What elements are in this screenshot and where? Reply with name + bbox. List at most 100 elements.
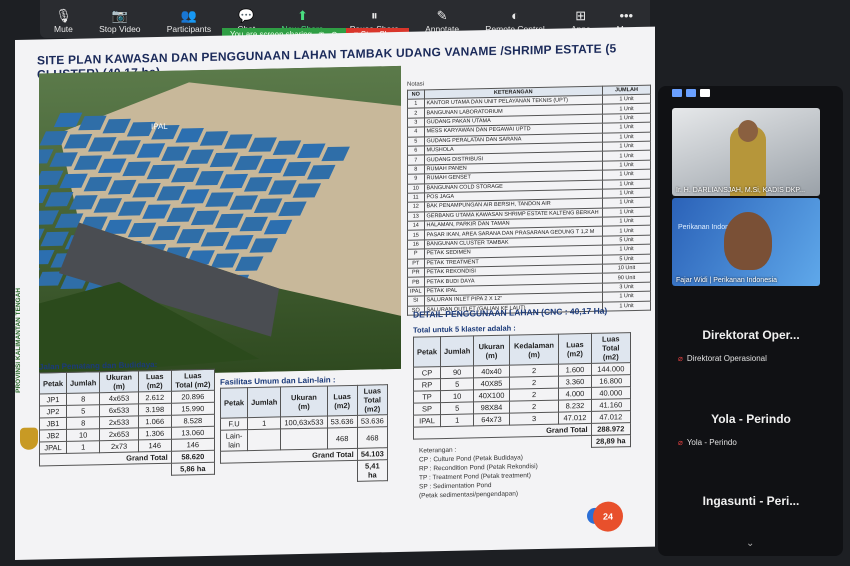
apps-icon: ⊞ bbox=[575, 9, 586, 22]
table-cell: 146 bbox=[171, 438, 214, 451]
tile-yola[interactable]: Yola - Perindo⌀Yola - Perindo bbox=[666, 404, 836, 484]
table-header: Luas (m2) bbox=[327, 385, 357, 416]
pause-icon: ⏸ bbox=[371, 9, 378, 22]
table-cell: IPAL bbox=[414, 415, 441, 428]
share-icon: ⬆ bbox=[297, 9, 308, 22]
legend-header: NO bbox=[408, 90, 425, 99]
legend-cell: PR bbox=[408, 268, 425, 278]
table-cell: F.U bbox=[221, 418, 248, 431]
tile-subname: Direktorat Operasional bbox=[687, 354, 767, 363]
table-cell: 8 bbox=[67, 417, 100, 430]
table-cell: 2 bbox=[509, 364, 559, 377]
blank-cell bbox=[40, 463, 172, 478]
legend-cell: 16 bbox=[408, 240, 425, 250]
table-header: Luas Total (m2) bbox=[591, 333, 630, 364]
participant-name: Fajar Widi | Perikanan Indonesia bbox=[676, 277, 777, 284]
table-cell: 41.160 bbox=[591, 399, 630, 412]
table-header: Luas (m2) bbox=[559, 333, 591, 364]
chevron-down-icon[interactable]: ⌄ bbox=[746, 538, 754, 549]
legend-cell: SI bbox=[408, 296, 425, 306]
table-cell: 4.000 bbox=[559, 387, 591, 400]
legend-cell: P bbox=[408, 249, 425, 259]
table-cell: 20.896 bbox=[171, 390, 214, 403]
road-table: PetakJumlahUkuran (m)Luas (m2)Luas Total… bbox=[39, 369, 215, 479]
table-cell: 10 bbox=[441, 390, 474, 403]
table-cell: 47.012 bbox=[559, 411, 591, 424]
tile-direktorat[interactable]: Direktorat Oper...⌀Direktorat Operasiona… bbox=[666, 320, 836, 400]
table-cell: 98X84 bbox=[474, 401, 509, 414]
video-tile-1[interactable]: Ir. H. DARLIANSJAH, M.Si, KADIS DKP... bbox=[672, 108, 820, 196]
table-cell: 8.528 bbox=[171, 414, 214, 427]
tile-ingasunti[interactable]: Ingasunti - Peri... bbox=[666, 486, 836, 566]
toolbar-mute-button[interactable]: 🎙Mute bbox=[54, 0, 73, 38]
legend-cell: 11 bbox=[408, 193, 425, 203]
table-cell: 10 bbox=[67, 429, 100, 442]
table-header: Ukuran (m) bbox=[100, 371, 139, 393]
chat-icon: 💬 bbox=[238, 9, 254, 22]
table-cell: 90 bbox=[441, 366, 474, 379]
site-plan-image: IPAL bbox=[39, 66, 401, 377]
table-header: Luas (m2) bbox=[138, 370, 171, 392]
table-cell: 4x653 bbox=[100, 392, 139, 405]
table-cell: 40.000 bbox=[591, 387, 630, 400]
table-cell: JB2 bbox=[40, 429, 67, 442]
video-tile-2[interactable]: Perikanan Indonesia Fajar Widi | Perikan… bbox=[672, 198, 820, 286]
table-cell: 146 bbox=[138, 439, 171, 452]
shared-slide: SITE PLAN KAWASAN DAN PENGGUNAAN LAHAN T… bbox=[15, 27, 655, 560]
table-cell: 144.000 bbox=[591, 363, 630, 376]
table-cell: 40X85 bbox=[474, 377, 509, 390]
participant-head bbox=[738, 120, 758, 142]
participant-face bbox=[724, 212, 772, 270]
legend-cell: IPAL bbox=[408, 287, 425, 297]
table-cell: 64x73 bbox=[474, 413, 509, 426]
table-header: Kedalaman (m) bbox=[509, 334, 559, 365]
table-cell: 5 bbox=[67, 405, 100, 418]
table-header: Petak bbox=[40, 372, 67, 394]
table-header: Petak bbox=[221, 388, 248, 419]
table-cell: 100,63x533 bbox=[281, 416, 327, 429]
legend-cell: 5 bbox=[408, 136, 425, 146]
legend-cell: 3 bbox=[408, 118, 425, 128]
mic-muted-icon: ⌀ bbox=[678, 438, 683, 447]
legend-cell: 13 bbox=[408, 212, 425, 222]
table-header: Ukuran (m) bbox=[474, 335, 509, 366]
legend-cell: 4 bbox=[408, 127, 425, 137]
legend-cell: 10 bbox=[408, 183, 425, 193]
table-cell: 3.198 bbox=[138, 403, 171, 416]
table-cell bbox=[281, 428, 327, 450]
table-header: Ukuran (m) bbox=[281, 386, 327, 417]
table-cell bbox=[248, 429, 281, 451]
toolbar-participants-button[interactable]: 👥Participants bbox=[167, 0, 211, 38]
legend-cell: 2 bbox=[408, 108, 425, 118]
hectare-value: 28,89 ha bbox=[591, 435, 630, 448]
table-cell: RP bbox=[414, 379, 441, 392]
microphone-icon: 🎙 bbox=[55, 9, 72, 22]
view-icon[interactable] bbox=[672, 89, 682, 97]
gallery-controls[interactable] bbox=[658, 86, 843, 102]
table-cell: 3 bbox=[509, 412, 559, 425]
table-cell: 468 bbox=[357, 427, 387, 449]
t3-caption: Total untuk 5 klaster adalah : bbox=[413, 324, 516, 335]
grid-icon[interactable] bbox=[700, 89, 710, 97]
table-cell: 6x533 bbox=[100, 404, 139, 417]
page-number: 24 bbox=[593, 501, 623, 532]
province-emblem bbox=[20, 428, 38, 450]
view-icon[interactable] bbox=[686, 89, 696, 97]
table-cell: 5 bbox=[441, 402, 474, 415]
table-cell: 1.306 bbox=[138, 427, 171, 440]
toolbar-stop-video-button[interactable]: 📷Stop Video bbox=[99, 0, 140, 38]
table-cell: Lain-lain bbox=[221, 430, 248, 452]
province-label: PROVINSI KALIMANTAN TENGAH bbox=[15, 288, 22, 393]
table-cell: 5 bbox=[441, 378, 474, 391]
table-cell: 40x40 bbox=[474, 365, 509, 378]
table-cell: 3.360 bbox=[559, 375, 591, 388]
ipal-label: IPAL bbox=[151, 122, 168, 131]
table-cell: 53.636 bbox=[327, 415, 357, 428]
cluster-table: PetakJumlahUkuran (m)Kedalaman (m)Luas (… bbox=[413, 332, 631, 452]
table-cell: JP1 bbox=[40, 393, 67, 406]
table-cell: 2 bbox=[509, 400, 559, 413]
table-cell: 1.066 bbox=[138, 415, 171, 428]
table-cell: 1 bbox=[67, 441, 100, 454]
table-cell: 53.636 bbox=[357, 415, 387, 428]
table-cell: TP bbox=[414, 391, 441, 404]
